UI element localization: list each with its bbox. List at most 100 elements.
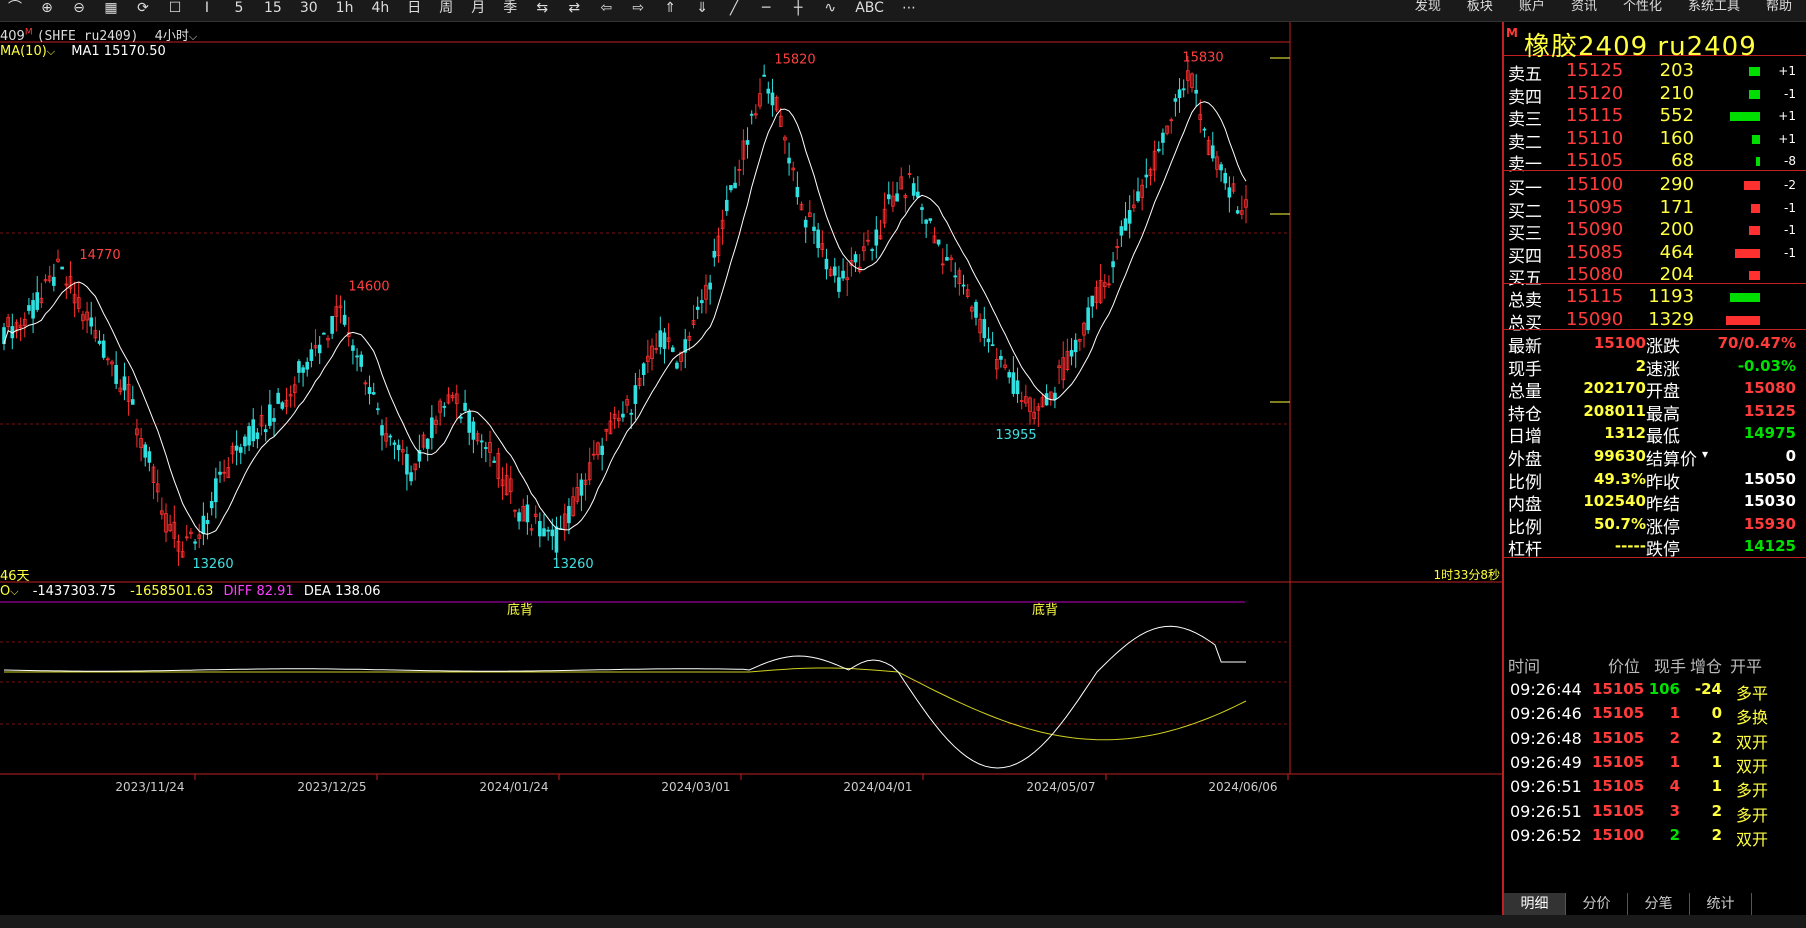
toolbar-tool-icon[interactable]: 1h <box>336 0 354 16</box>
candle <box>853 251 858 272</box>
toolbar-tool-icon[interactable]: ⊕ <box>40 0 54 16</box>
candle <box>658 316 663 355</box>
macd-value-2: -1658501.63 <box>130 584 214 599</box>
candle <box>870 247 874 261</box>
menu-item[interactable]: 账户 <box>1519 0 1545 14</box>
menu-item[interactable]: 板块 <box>1467 0 1493 14</box>
dea-line <box>4 667 1247 741</box>
tick-price: 15105 <box>1592 801 1645 820</box>
level-change: -1 <box>1784 245 1796 260</box>
candle <box>68 261 73 294</box>
candle <box>762 64 766 77</box>
menu-item[interactable]: 资讯 <box>1571 0 1597 14</box>
menu-item[interactable]: 个性化 <box>1623 0 1662 14</box>
toolbar-tool-icon[interactable]: 周 <box>439 0 453 16</box>
candle <box>454 384 459 421</box>
period-selector[interactable]: 4小时 <box>155 29 189 44</box>
chevron-down-icon[interactable]: ⌵ <box>10 585 18 598</box>
toolbar-tool-icon[interactable]: ⊖ <box>72 0 86 16</box>
kline-chart[interactable]: 14770 14600 15820 15830 13260 13260 13955 底背 底背 2… <box>0 22 1502 915</box>
candle <box>1148 167 1153 186</box>
tick-row[interactable]: 09:26:52 15100 2 2 双开 <box>1504 822 1806 850</box>
level-price: 15125 <box>1566 60 1624 81</box>
candle <box>571 487 575 517</box>
volume-bar <box>1749 67 1760 76</box>
toolbar-tool-icon[interactable]: 月 <box>471 0 485 16</box>
toolbar-tool-icon[interactable]: ╱ <box>727 0 741 16</box>
candle <box>255 428 260 449</box>
candle <box>758 78 762 110</box>
candle <box>263 424 268 442</box>
toolbar-tool-icon[interactable]: ⇄ <box>567 0 581 16</box>
toolbar-tool-icon[interactable]: 15 <box>264 0 282 16</box>
toolbar-tool-icon[interactable]: 季 <box>503 0 517 16</box>
chevron-down-icon[interactable]: ▾ <box>1702 447 1708 461</box>
level-change: +1 <box>1778 64 1796 78</box>
chevron-down-icon[interactable]: ⌵ <box>189 30 197 43</box>
menu-item[interactable]: 发现 <box>1415 0 1441 14</box>
level-change: -1 <box>1784 223 1796 237</box>
tick-column-header: 增仓 <box>1690 657 1723 676</box>
pivot-label: 14770 <box>79 248 120 263</box>
candle <box>795 171 800 205</box>
toolbar-tool-icon[interactable]: 30 <box>300 0 318 16</box>
candle <box>924 218 928 238</box>
toolbar-tool-icon[interactable]: ABC <box>855 0 884 16</box>
candle <box>396 439 401 462</box>
level-volume: 160 <box>1659 127 1694 149</box>
candle <box>1061 341 1066 389</box>
tab-trades[interactable]: 分笔 <box>1628 893 1690 915</box>
candle <box>691 304 696 329</box>
toolbar-tool-icon[interactable]: ⌒ <box>8 0 22 16</box>
toolbar-tool-icon[interactable]: ⟳ <box>136 0 150 16</box>
candle <box>654 332 658 354</box>
toolbar-tool-icon[interactable]: 日 <box>407 0 421 16</box>
toolbar-tool-icon[interactable]: ▦ <box>104 0 118 16</box>
candle <box>517 508 521 530</box>
menu-item[interactable]: 帮助 <box>1766 0 1792 14</box>
pivot-label: 15820 <box>774 53 815 68</box>
toolbar-tool-icon[interactable]: ⇨ <box>631 0 645 16</box>
candle <box>309 342 314 368</box>
level-volume: 552 <box>1659 105 1694 126</box>
toolbar-tool-icon[interactable]: ─ <box>759 0 773 16</box>
toolbar-tool-icon[interactable]: Ⅰ <box>200 0 214 16</box>
stat-value: 1312 <box>1604 424 1646 443</box>
toolbar-tool-icon[interactable]: ⇆ <box>535 0 549 16</box>
macd-indicator-selector[interactable]: O <box>0 584 10 599</box>
candle <box>301 364 305 387</box>
candle <box>716 227 721 263</box>
candle <box>421 431 426 450</box>
tick-time: 09:26:44 <box>1510 680 1582 699</box>
candle <box>990 331 995 347</box>
tab-detail[interactable]: 明细 <box>1504 893 1566 915</box>
candle <box>288 385 293 408</box>
candle <box>1086 297 1090 334</box>
ma-indicator-selector[interactable]: MA(10) <box>0 44 47 59</box>
candle <box>521 498 526 522</box>
tab-price[interactable]: 分价 <box>1566 893 1628 915</box>
level-price: 15110 <box>1566 127 1624 149</box>
candle <box>737 159 742 187</box>
toolbar-tool-icon[interactable]: ┼ <box>791 0 805 16</box>
candle <box>587 447 592 486</box>
toolbar-tool-icon[interactable]: ⋯ <box>902 0 916 16</box>
candle <box>1165 125 1169 136</box>
chart-header: 409M (SHFE ru2409) 4小时⌵ <box>0 25 197 44</box>
kline-chart-area[interactable]: 14770 14600 15820 15830 13260 13260 13955 底背 底背 2… <box>0 22 1502 915</box>
candle <box>866 229 870 246</box>
level-change: -1 <box>1784 86 1796 101</box>
toolbar-tool-icon[interactable]: 4h <box>371 0 389 16</box>
drawing-tools: ⌒ ⊕ ⊖ ▦ ⟳ ☐ Ⅰ 5 15 30 1h 4h 日 周 月 季 ⇆ ⇄ ⇦ ⇨ ⇑ ⇓ ╱ ─ ┼ ∿ ABC ⋯ <box>8 0 916 16</box>
candle <box>1198 99 1203 134</box>
menu-item[interactable]: 系统工具 <box>1688 0 1740 14</box>
chevron-down-icon[interactable]: ⌵ <box>47 45 55 58</box>
toolbar-tool-icon[interactable]: ∿ <box>823 0 837 16</box>
toolbar-tool-icon[interactable]: ☐ <box>168 0 182 16</box>
toolbar-tool-icon[interactable]: 5 <box>232 0 246 16</box>
pivot-label: 13260 <box>552 557 593 572</box>
tab-stats[interactable]: 统计 <box>1690 893 1752 915</box>
toolbar-tool-icon[interactable]: ⇦ <box>599 0 613 16</box>
toolbar-tool-icon[interactable]: ⇑ <box>663 0 677 16</box>
toolbar-tool-icon[interactable]: ⇓ <box>695 0 709 16</box>
